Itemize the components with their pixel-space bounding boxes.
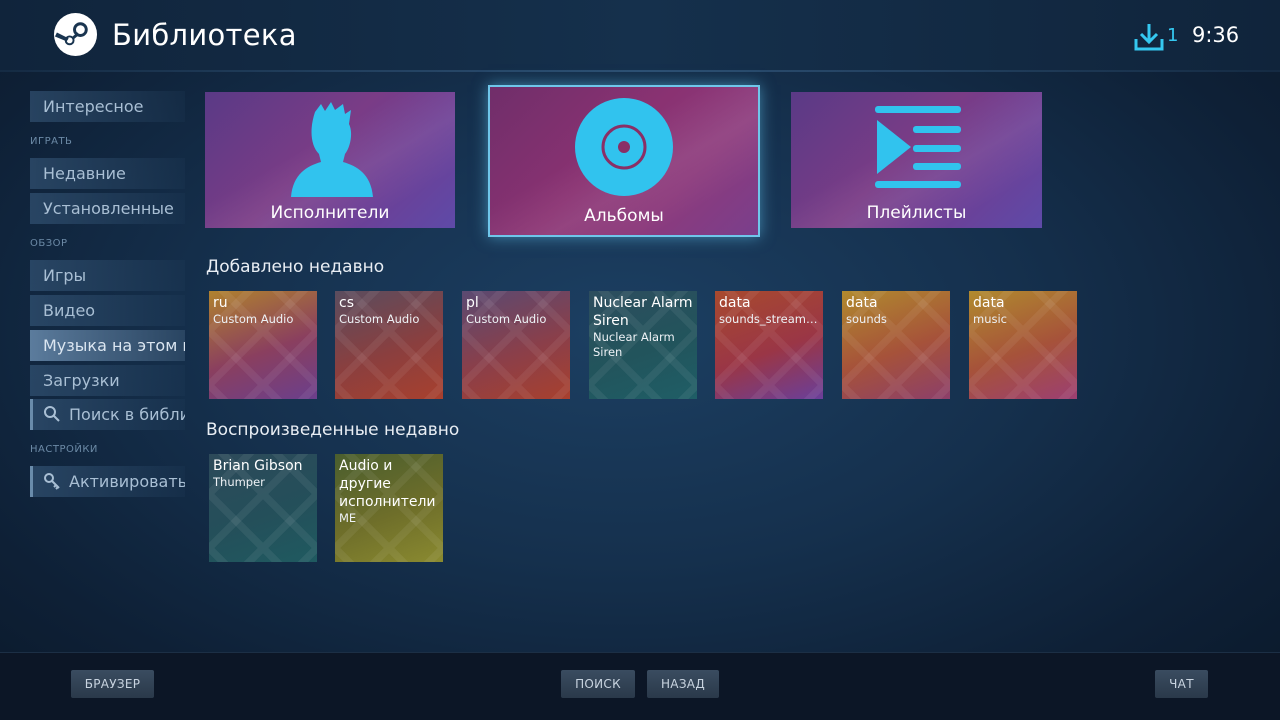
album-tile[interactable]: pl Custom Audio — [462, 291, 570, 399]
album-title: Nuclear Alarm Siren — [593, 295, 693, 329]
footer-bar — [0, 652, 1280, 720]
album-subtitle: Nuclear Alarm Siren — [593, 330, 675, 359]
album-subtitle: Custom Audio — [339, 312, 420, 326]
album-subtitle: sounds_streamed — [719, 312, 820, 326]
header-divider — [0, 70, 1280, 72]
playlist-icon — [875, 106, 961, 188]
sidebar-item-label: Видео — [43, 301, 96, 320]
back-button[interactable]: НАЗАД — [647, 670, 719, 698]
sidebar-section-play: ИГРАТЬ — [30, 136, 73, 147]
steam-logo-icon — [53, 12, 98, 57]
category-artists[interactable]: Исполнители — [205, 92, 455, 228]
album-tile[interactable]: Nuclear Alarm Siren Nuclear Alarm Siren — [589, 291, 697, 399]
sidebar-item-label: Недавние — [43, 164, 126, 183]
sidebar-section-browse: ОБЗОР — [30, 238, 68, 249]
page-title: Библиотека — [112, 18, 297, 52]
sidebar: Интересное ИГРАТЬ Недавние Установленные… — [30, 86, 185, 506]
album-tile[interactable]: Audio и другие исполнители ME — [335, 454, 443, 562]
album-title: cs — [339, 295, 354, 311]
category-label: Альбомы — [584, 206, 664, 226]
search-icon — [44, 406, 60, 422]
album-tile[interactable]: data sounds — [842, 291, 950, 399]
person-icon — [291, 102, 373, 197]
sidebar-section-settings: НАСТРОЙКИ — [30, 444, 98, 455]
sidebar-item-label: Установленные — [43, 199, 174, 218]
sidebar-item-video[interactable]: Видео — [30, 295, 185, 326]
sidebar-item-label: Поиск в библиотеке — [69, 405, 185, 424]
album-subtitle: Custom Audio — [213, 312, 294, 326]
album-subtitle: Thumper — [213, 475, 265, 489]
download-icon[interactable] — [1134, 22, 1164, 52]
sidebar-item-label: Игры — [43, 266, 87, 285]
sidebar-item-downloads[interactable]: Загрузки — [30, 365, 185, 396]
sidebar-item-featured[interactable]: Интересное — [30, 91, 185, 122]
category-albums[interactable]: Альбомы — [488, 85, 760, 237]
sidebar-item-games[interactable]: Игры — [30, 260, 185, 291]
key-icon — [44, 473, 60, 490]
sidebar-item-recent[interactable]: Недавние — [30, 158, 185, 189]
sidebar-item-label: Интересное — [43, 97, 144, 116]
downloads-count[interactable]: 1 — [1167, 25, 1178, 46]
album-subtitle: Custom Audio — [466, 312, 547, 326]
browser-button[interactable]: БРАУЗЕР — [71, 670, 154, 698]
chat-button[interactable]: ЧАТ — [1155, 670, 1208, 698]
sidebar-item-label: Активировать — [69, 472, 185, 491]
category-label: Исполнители — [270, 203, 390, 223]
album-title: data — [719, 295, 751, 311]
album-title: data — [846, 295, 878, 311]
album-title: Audio и другие исполнители — [339, 458, 436, 510]
album-tile[interactable]: data sounds_streamed — [715, 291, 823, 399]
sidebar-item-music[interactable]: Музыка на этом компьютере — [30, 330, 185, 361]
recently-played-title: Воспроизведенные недавно — [206, 420, 460, 440]
album-subtitle: music — [973, 312, 1008, 326]
album-tile[interactable]: ru Custom Audio — [209, 291, 317, 399]
category-label: Плейлисты — [866, 203, 967, 223]
album-title: ru — [213, 295, 228, 311]
album-title: Brian Gibson — [213, 458, 303, 474]
album-subtitle: ME — [339, 511, 357, 525]
sidebar-item-label: Музыка на этом компьютере — [43, 336, 185, 355]
disc-icon — [575, 98, 673, 196]
album-title: pl — [466, 295, 479, 311]
album-subtitle: sounds — [846, 312, 887, 326]
sidebar-item-installed[interactable]: Установленные — [30, 193, 185, 224]
album-tile[interactable]: Brian Gibson Thumper — [209, 454, 317, 562]
clock: 9:36 — [1192, 23, 1240, 47]
sidebar-item-label: Загрузки — [43, 371, 120, 390]
album-title: data — [973, 295, 1005, 311]
album-tile[interactable]: data music — [969, 291, 1077, 399]
search-button[interactable]: ПОИСК — [561, 670, 635, 698]
recently-added-title: Добавлено недавно — [206, 257, 385, 277]
album-tile[interactable]: cs Custom Audio — [335, 291, 443, 399]
sidebar-item-activate[interactable]: Активировать — [30, 466, 185, 497]
sidebar-item-search[interactable]: Поиск в библиотеке — [30, 399, 185, 430]
category-playlists[interactable]: Плейлисты — [791, 92, 1042, 228]
